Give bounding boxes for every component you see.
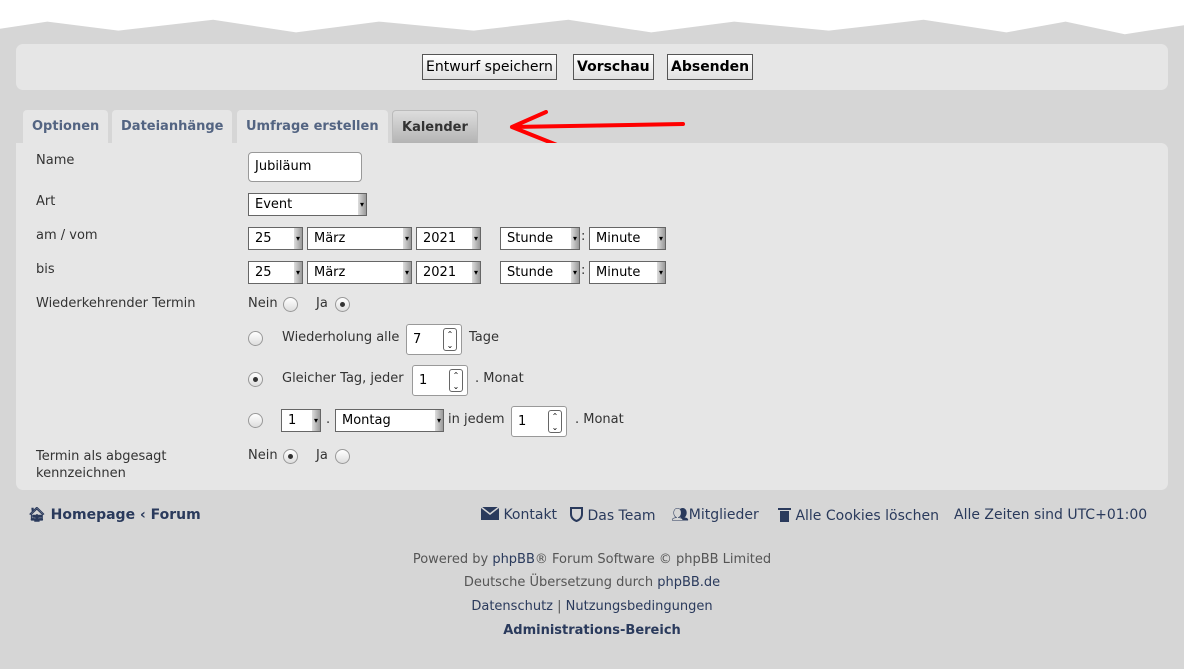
home-icon: 🏠︎ (28, 507, 46, 523)
privacy-link[interactable]: Datenschutz (471, 599, 553, 614)
end-month-select[interactable]: März (307, 261, 412, 284)
cancelled-yes-label: Ja (316, 448, 328, 463)
spinner[interactable]: ⌃ ⌄ (443, 328, 457, 351)
repeat-days-radio[interactable] (248, 331, 263, 346)
weekday-months-input[interactable]: 1 ⌃ ⌄ (511, 406, 567, 437)
team-label: Das Team (587, 508, 656, 524)
cancelled-no-label: Nein (248, 448, 278, 463)
recurring-label: Wiederkehrender Termin (36, 296, 196, 311)
contact-label: Kontakt (503, 507, 558, 523)
time-colon: : (581, 263, 586, 278)
spinner[interactable]: ⌃ ⌄ (449, 369, 463, 392)
end-label: bis (36, 262, 55, 277)
recurring-yes-label: Ja (316, 296, 328, 311)
tab-poll[interactable]: Umfrage erstellen (237, 110, 388, 143)
weekday-suffix: . Monat (575, 412, 624, 427)
recurring-yes-radio[interactable] (335, 297, 350, 312)
recurring-no-label: Nein (248, 296, 278, 311)
repeat-days-label: Wiederholung alle (282, 330, 400, 345)
pipe-separator: | (557, 599, 562, 614)
start-label: am / vom (36, 228, 98, 243)
same-day-label: Gleicher Tag, jeder (282, 371, 404, 386)
shield-icon (570, 507, 583, 523)
torn-edge (0, 0, 1184, 35)
weekday-radio[interactable] (248, 413, 263, 428)
preview-button[interactable]: Vorschau (573, 54, 654, 80)
members-link[interactable]: 👥︎Mitglieder (671, 507, 759, 523)
time-colon: : (581, 229, 586, 244)
weekday-select[interactable]: Montag (335, 409, 444, 432)
admin-row: Administrations-Bereich (0, 623, 1184, 638)
contact-link[interactable]: Kontakt (480, 506, 558, 523)
same-day-input[interactable]: 1 ⌃ ⌄ (412, 365, 468, 396)
submit-button[interactable]: Absenden (667, 54, 754, 80)
end-hour-select[interactable]: Stunde (500, 261, 580, 284)
members-label: Mitglieder (688, 507, 759, 523)
start-month-select[interactable]: März (307, 227, 412, 250)
powered-post: ® Forum Software © phpBB Limited (534, 552, 772, 567)
powered-pre: Powered by (412, 552, 493, 567)
start-day-select[interactable]: 25 (248, 227, 303, 250)
start-year-select[interactable]: 2021 (416, 227, 481, 250)
week-number-select[interactable]: 1 (281, 409, 321, 432)
delete-cookies-link[interactable]: Alle Cookies löschen (778, 507, 939, 524)
users-icon: 👥︎ (671, 507, 689, 523)
same-day-radio[interactable] (248, 372, 263, 387)
start-hour-select[interactable]: Stunde (500, 227, 580, 250)
tab-attachments[interactable]: Dateianhänge (112, 110, 233, 143)
start-minute-select[interactable]: Minute (589, 227, 666, 250)
breadcrumb-separator: ‹ (139, 507, 146, 523)
repeat-days-value: 7 (413, 332, 422, 347)
in-every-label: in jedem (448, 412, 505, 427)
phpbb-link[interactable]: phpBB (492, 552, 535, 567)
type-select[interactable]: Event (248, 193, 367, 216)
cookies-label: Alle Cookies löschen (795, 508, 939, 524)
repeat-days-input[interactable]: 7 ⌃ ⌄ (406, 324, 462, 355)
envelope-icon (480, 506, 500, 520)
powered-by: Powered by phpBB® Forum Software © phpBB… (0, 552, 1184, 567)
breadcrumb: 🏠︎ Homepage ‹ Forum (28, 507, 201, 523)
same-day-value: 1 (419, 373, 428, 388)
cancelled-label-line1: Termin als abgesagt (36, 449, 167, 464)
end-day-select[interactable]: 25 (248, 261, 303, 284)
calendar-panel (16, 143, 1168, 490)
translation-pre: Deutsche Übersetzung durch (463, 575, 658, 590)
type-label: Art (36, 194, 56, 209)
team-link[interactable]: Das Team (570, 507, 656, 524)
repeat-days-suffix: Tage (469, 330, 500, 345)
terms-link[interactable]: Nutzungsbedingungen (566, 599, 713, 614)
spinner[interactable]: ⌃ ⌄ (548, 410, 562, 433)
end-year-select[interactable]: 2021 (416, 261, 481, 284)
cancelled-label-line2: kennzeichnen (36, 466, 126, 481)
cancelled-label: Termin als abgesagt kennzeichnen (36, 448, 167, 482)
translation: Deutsche Übersetzung durch phpBB.de (0, 575, 1184, 590)
breadcrumb-home[interactable]: Homepage (51, 507, 135, 523)
trash-icon (778, 508, 791, 522)
recurring-no-radio[interactable] (283, 297, 298, 312)
cancelled-no-radio[interactable] (283, 449, 298, 464)
name-input[interactable]: Jubiläum (248, 152, 362, 182)
dot: . (326, 412, 331, 427)
end-minute-select[interactable]: Minute (589, 261, 666, 284)
cancelled-yes-radio[interactable] (335, 449, 350, 464)
name-label: Name (36, 153, 75, 168)
same-day-suffix: . Monat (475, 371, 524, 386)
weekday-months-value: 1 (518, 414, 527, 429)
timezone-text: Alle Zeiten sind UTC+01:00 (954, 507, 1148, 523)
phpbb-de-link[interactable]: phpBB.de (657, 575, 720, 590)
legal-links: Datenschutz | Nutzungsbedingungen (0, 599, 1184, 614)
tab-calendar[interactable]: Kalender (392, 110, 478, 143)
save-draft-button[interactable]: Entwurf speichern (422, 54, 557, 80)
tab-options[interactable]: Optionen (23, 110, 109, 143)
breadcrumb-forum[interactable]: Forum (151, 507, 201, 523)
admin-panel-link[interactable]: Administrations-Bereich (503, 623, 681, 638)
